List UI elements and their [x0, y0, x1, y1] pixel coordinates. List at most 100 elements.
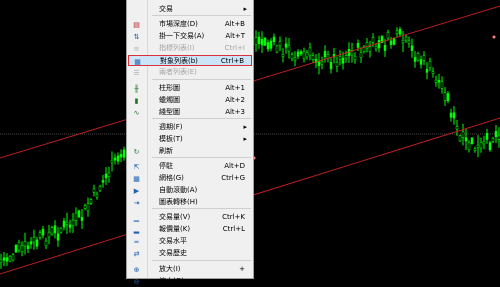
menu-item-shortcut: Alt+2	[225, 96, 245, 104]
candle-body	[95, 193, 99, 198]
menu-item-label: 市場深度(D)	[159, 20, 198, 28]
candle-body	[356, 43, 360, 48]
menu-item-label: 圖表轉移(H)	[159, 198, 198, 206]
menu-item-shortcut: Ctrl+K	[222, 213, 245, 221]
candle-body	[275, 45, 279, 53]
candle-body	[341, 57, 345, 64]
menu-item[interactable]: ▦ 網格(G) Ctrl+G	[128, 173, 252, 184]
candle-body	[395, 30, 399, 34]
market-depth-icon: ▤	[133, 21, 140, 29]
menu-item[interactable]: ↻ 刷新	[128, 146, 252, 157]
auto-scroll-icon: ▶	[133, 187, 140, 195]
candle-body	[488, 142, 492, 151]
candle-body	[482, 141, 486, 145]
menu-item[interactable]: ▮ 蠟燭圖 Alt+2	[128, 95, 252, 106]
candle-body	[386, 32, 390, 39]
menu-item[interactable]: 週期(F) ▸	[128, 122, 252, 133]
submenu-arrow-icon: ▸	[243, 5, 247, 13]
candle-body	[413, 57, 417, 62]
candle-body	[452, 112, 456, 119]
candle-body	[2, 257, 6, 261]
candle-body	[257, 36, 261, 44]
candle-body	[317, 61, 321, 66]
menu-item[interactable]: ═ 交易水平	[128, 236, 252, 247]
chart-context-menu: 交易 ▸ ▤ 市場深度(D) Alt+B ⇅ 掛一下交易(A) Alt+T ≡ 指標列表(I) Ct…	[126, 0, 254, 286]
dock-icon: ⇱	[133, 163, 140, 171]
menu-item[interactable]: ⊕ 放大(I) +	[128, 264, 252, 275]
menu-item[interactable]: ☰ 兩者列表(E)	[128, 67, 252, 78]
menu-item-label: 綫型圖	[159, 108, 180, 116]
candle-body	[335, 62, 339, 67]
candle-body	[320, 61, 324, 65]
candle-body	[119, 154, 123, 158]
candle-body	[470, 137, 474, 145]
menu-item[interactable]: ⇱ 停駐 Alt+D	[128, 161, 252, 172]
candle-body	[98, 185, 102, 191]
candle-body	[398, 29, 402, 35]
candle-body	[371, 37, 375, 43]
candle-body	[407, 40, 411, 44]
candle-body	[383, 44, 387, 51]
menu-item-label: 指標列表(I)	[159, 44, 195, 52]
candle-body	[461, 131, 465, 138]
candle-body	[71, 219, 75, 226]
candle-body	[494, 131, 498, 138]
one-click-trading-icon: ⇅	[133, 33, 140, 41]
submenu-arrow-icon: ▸	[243, 135, 247, 143]
candle-body	[476, 144, 480, 148]
candle-body	[491, 138, 495, 142]
candle-body	[428, 60, 432, 68]
menu-item-shortcut: Alt+B	[224, 20, 245, 28]
zoom-out-icon: ⊖	[133, 278, 140, 286]
candle-body	[308, 47, 312, 56]
menu-item[interactable]: ⇄ 交易歷史	[128, 248, 252, 259]
menu-separator	[152, 260, 251, 261]
candle-body	[74, 212, 78, 221]
menu-item[interactable]: ▁ 交易量(V) Ctrl+K	[128, 212, 252, 223]
menu-item-label: 放大(I)	[159, 265, 181, 273]
menu-item[interactable]: ≡ 指標列表(I) Ctrl+I	[128, 43, 252, 54]
candle-body	[302, 51, 306, 60]
candle-body	[77, 210, 81, 218]
menu-separator	[152, 208, 251, 209]
candle-body	[281, 54, 285, 57]
menu-item[interactable]: ⇥ 圖表轉移(H)	[128, 197, 252, 208]
bar-chart-icon: ╫	[134, 85, 139, 93]
candle-body	[404, 36, 408, 41]
menu-item[interactable]: ▶ 自動滾動(A)	[128, 185, 252, 196]
menu-item-shortcut: Alt+1	[225, 84, 245, 92]
menu-item-shortcut: Ctrl+B	[220, 57, 244, 65]
candle-body	[485, 133, 489, 140]
candle-body	[32, 236, 36, 243]
menu-item-label: 交易	[159, 5, 173, 13]
menu-item[interactable]: ⇅ 掛一下交易(A) Alt+T	[128, 31, 252, 42]
menu-item[interactable]: ∿ 綫型圖 Alt+3	[128, 107, 252, 118]
menu-item-label: 交易量(V)	[159, 213, 191, 221]
menu-item[interactable]: ▦ 對象列表(b) Ctrl+B	[128, 55, 252, 66]
menu-item[interactable]: 模板(T) ▸	[128, 134, 252, 145]
candle-body	[344, 55, 348, 59]
candle-body	[392, 38, 396, 45]
candle-body	[269, 40, 273, 49]
candle-body	[8, 255, 12, 262]
menu-item[interactable]: ╫ 柱形圖 Alt+1	[128, 83, 252, 94]
menu-item-shortcut: Ctrl+L	[222, 225, 245, 233]
candle-body	[338, 56, 342, 60]
candle-body	[299, 51, 303, 55]
trendline-anchor-point	[492, 35, 496, 39]
menu-item-label: 兩者列表(E)	[159, 68, 197, 76]
grid-icon: ▦	[133, 175, 140, 183]
candle-body	[263, 37, 267, 46]
menu-item-label: 週期(F)	[159, 123, 183, 131]
candle-body	[101, 180, 105, 183]
menu-item-shortcut: Alt+D	[224, 162, 245, 170]
menu-item[interactable]: 交易 ▸	[128, 4, 252, 15]
candle-body	[434, 79, 438, 83]
menu-item[interactable]: ▂ 報價量(K) Ctrl+L	[128, 224, 252, 235]
candle-body	[122, 149, 126, 158]
menu-item[interactable]: ▤ 市場深度(D) Alt+B	[128, 19, 252, 30]
menu-item-label: 交易水平	[159, 237, 187, 245]
candle-body	[323, 51, 327, 58]
candle-body	[104, 173, 108, 179]
candle-body	[20, 245, 24, 253]
